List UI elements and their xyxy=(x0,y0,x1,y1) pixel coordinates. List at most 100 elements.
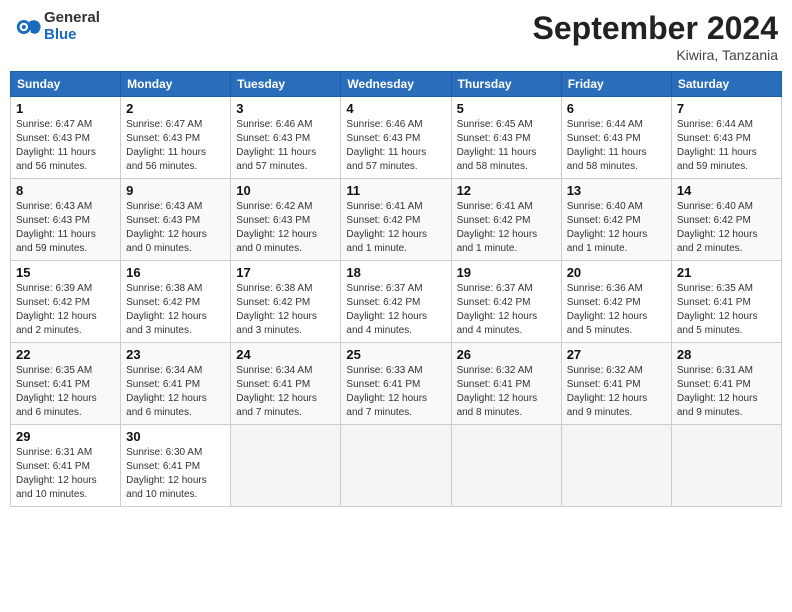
table-row: 16 Sunrise: 6:38 AMSunset: 6:42 PMDaylig… xyxy=(121,261,231,343)
day-info: Sunrise: 6:47 AMSunset: 6:43 PMDaylight:… xyxy=(16,118,115,174)
day-info: Sunrise: 6:42 AMSunset: 6:43 PMDaylight:… xyxy=(236,200,335,256)
day-info: Sunrise: 6:46 AMSunset: 6:43 PMDaylight:… xyxy=(346,118,445,174)
table-row: 19 Sunrise: 6:37 AMSunset: 6:42 PMDaylig… xyxy=(451,261,561,343)
table-row: 2 Sunrise: 6:47 AMSunset: 6:43 PMDayligh… xyxy=(121,97,231,179)
logo-icon xyxy=(14,13,42,41)
day-info: Sunrise: 6:32 AMSunset: 6:41 PMDaylight:… xyxy=(457,364,556,420)
day-number: 6 xyxy=(567,101,666,116)
day-number: 20 xyxy=(567,265,666,280)
location-title: Kiwira, Tanzania xyxy=(533,47,778,63)
table-row: 28 Sunrise: 6:31 AMSunset: 6:41 PMDaylig… xyxy=(671,343,781,425)
col-thursday: Thursday xyxy=(451,72,561,97)
day-number: 4 xyxy=(346,101,445,116)
table-row: 4 Sunrise: 6:46 AMSunset: 6:43 PMDayligh… xyxy=(341,97,451,179)
day-info: Sunrise: 6:34 AMSunset: 6:41 PMDaylight:… xyxy=(126,364,225,420)
col-saturday: Saturday xyxy=(671,72,781,97)
calendar-week-row: 15 Sunrise: 6:39 AMSunset: 6:42 PMDaylig… xyxy=(11,261,782,343)
day-number: 30 xyxy=(126,429,225,444)
table-row: 29 Sunrise: 6:31 AMSunset: 6:41 PMDaylig… xyxy=(11,425,121,507)
table-row: 11 Sunrise: 6:41 AMSunset: 6:42 PMDaylig… xyxy=(341,179,451,261)
table-row: 21 Sunrise: 6:35 AMSunset: 6:41 PMDaylig… xyxy=(671,261,781,343)
table-row: 24 Sunrise: 6:34 AMSunset: 6:41 PMDaylig… xyxy=(231,343,341,425)
day-number: 28 xyxy=(677,347,776,362)
day-number: 10 xyxy=(236,183,335,198)
table-row: 26 Sunrise: 6:32 AMSunset: 6:41 PMDaylig… xyxy=(451,343,561,425)
day-info: Sunrise: 6:44 AMSunset: 6:43 PMDaylight:… xyxy=(677,118,776,174)
logo-blue-text: Blue xyxy=(44,27,100,44)
calendar-week-row: 29 Sunrise: 6:31 AMSunset: 6:41 PMDaylig… xyxy=(11,425,782,507)
month-title: September 2024 xyxy=(533,10,778,47)
table-row: 30 Sunrise: 6:30 AMSunset: 6:41 PMDaylig… xyxy=(121,425,231,507)
day-info: Sunrise: 6:46 AMSunset: 6:43 PMDaylight:… xyxy=(236,118,335,174)
day-number: 9 xyxy=(126,183,225,198)
day-info: Sunrise: 6:35 AMSunset: 6:41 PMDaylight:… xyxy=(16,364,115,420)
day-number: 12 xyxy=(457,183,556,198)
day-number: 18 xyxy=(346,265,445,280)
day-info: Sunrise: 6:31 AMSunset: 6:41 PMDaylight:… xyxy=(677,364,776,420)
day-info: Sunrise: 6:38 AMSunset: 6:42 PMDaylight:… xyxy=(126,282,225,338)
table-row: 14 Sunrise: 6:40 AMSunset: 6:42 PMDaylig… xyxy=(671,179,781,261)
table-row xyxy=(231,425,341,507)
table-row xyxy=(671,425,781,507)
table-row: 18 Sunrise: 6:37 AMSunset: 6:42 PMDaylig… xyxy=(341,261,451,343)
table-row: 22 Sunrise: 6:35 AMSunset: 6:41 PMDaylig… xyxy=(11,343,121,425)
day-number: 17 xyxy=(236,265,335,280)
day-info: Sunrise: 6:44 AMSunset: 6:43 PMDaylight:… xyxy=(567,118,666,174)
day-info: Sunrise: 6:34 AMSunset: 6:41 PMDaylight:… xyxy=(236,364,335,420)
day-info: Sunrise: 6:32 AMSunset: 6:41 PMDaylight:… xyxy=(567,364,666,420)
table-row: 27 Sunrise: 6:32 AMSunset: 6:41 PMDaylig… xyxy=(561,343,671,425)
day-number: 23 xyxy=(126,347,225,362)
logo: General Blue xyxy=(14,10,100,43)
calendar-week-row: 1 Sunrise: 6:47 AMSunset: 6:43 PMDayligh… xyxy=(11,97,782,179)
day-info: Sunrise: 6:35 AMSunset: 6:41 PMDaylight:… xyxy=(677,282,776,338)
table-row: 25 Sunrise: 6:33 AMSunset: 6:41 PMDaylig… xyxy=(341,343,451,425)
day-info: Sunrise: 6:45 AMSunset: 6:43 PMDaylight:… xyxy=(457,118,556,174)
day-info: Sunrise: 6:40 AMSunset: 6:42 PMDaylight:… xyxy=(567,200,666,256)
logo-general-text: General xyxy=(44,10,100,27)
day-info: Sunrise: 6:37 AMSunset: 6:42 PMDaylight:… xyxy=(346,282,445,338)
day-number: 19 xyxy=(457,265,556,280)
col-wednesday: Wednesday xyxy=(341,72,451,97)
day-number: 26 xyxy=(457,347,556,362)
day-number: 7 xyxy=(677,101,776,116)
table-row: 10 Sunrise: 6:42 AMSunset: 6:43 PMDaylig… xyxy=(231,179,341,261)
day-number: 3 xyxy=(236,101,335,116)
calendar-week-row: 22 Sunrise: 6:35 AMSunset: 6:41 PMDaylig… xyxy=(11,343,782,425)
day-number: 22 xyxy=(16,347,115,362)
day-number: 8 xyxy=(16,183,115,198)
day-number: 11 xyxy=(346,183,445,198)
page-header: General Blue September 2024 Kiwira, Tanz… xyxy=(10,10,782,63)
day-number: 29 xyxy=(16,429,115,444)
table-row: 3 Sunrise: 6:46 AMSunset: 6:43 PMDayligh… xyxy=(231,97,341,179)
day-number: 14 xyxy=(677,183,776,198)
table-row: 17 Sunrise: 6:38 AMSunset: 6:42 PMDaylig… xyxy=(231,261,341,343)
day-number: 25 xyxy=(346,347,445,362)
day-info: Sunrise: 6:30 AMSunset: 6:41 PMDaylight:… xyxy=(126,446,225,502)
table-row: 20 Sunrise: 6:36 AMSunset: 6:42 PMDaylig… xyxy=(561,261,671,343)
table-row: 9 Sunrise: 6:43 AMSunset: 6:43 PMDayligh… xyxy=(121,179,231,261)
table-row: 13 Sunrise: 6:40 AMSunset: 6:42 PMDaylig… xyxy=(561,179,671,261)
table-row: 23 Sunrise: 6:34 AMSunset: 6:41 PMDaylig… xyxy=(121,343,231,425)
day-info: Sunrise: 6:41 AMSunset: 6:42 PMDaylight:… xyxy=(457,200,556,256)
day-number: 1 xyxy=(16,101,115,116)
table-row: 7 Sunrise: 6:44 AMSunset: 6:43 PMDayligh… xyxy=(671,97,781,179)
col-friday: Friday xyxy=(561,72,671,97)
table-row: 15 Sunrise: 6:39 AMSunset: 6:42 PMDaylig… xyxy=(11,261,121,343)
day-number: 2 xyxy=(126,101,225,116)
day-info: Sunrise: 6:31 AMSunset: 6:41 PMDaylight:… xyxy=(16,446,115,502)
day-info: Sunrise: 6:47 AMSunset: 6:43 PMDaylight:… xyxy=(126,118,225,174)
col-monday: Monday xyxy=(121,72,231,97)
table-row xyxy=(451,425,561,507)
day-info: Sunrise: 6:43 AMSunset: 6:43 PMDaylight:… xyxy=(126,200,225,256)
table-row: 6 Sunrise: 6:44 AMSunset: 6:43 PMDayligh… xyxy=(561,97,671,179)
table-row: 5 Sunrise: 6:45 AMSunset: 6:43 PMDayligh… xyxy=(451,97,561,179)
day-number: 16 xyxy=(126,265,225,280)
day-number: 21 xyxy=(677,265,776,280)
table-row: 1 Sunrise: 6:47 AMSunset: 6:43 PMDayligh… xyxy=(11,97,121,179)
day-info: Sunrise: 6:38 AMSunset: 6:42 PMDaylight:… xyxy=(236,282,335,338)
day-number: 15 xyxy=(16,265,115,280)
title-block: September 2024 Kiwira, Tanzania xyxy=(533,10,778,63)
day-info: Sunrise: 6:39 AMSunset: 6:42 PMDaylight:… xyxy=(16,282,115,338)
day-info: Sunrise: 6:41 AMSunset: 6:42 PMDaylight:… xyxy=(346,200,445,256)
day-number: 24 xyxy=(236,347,335,362)
